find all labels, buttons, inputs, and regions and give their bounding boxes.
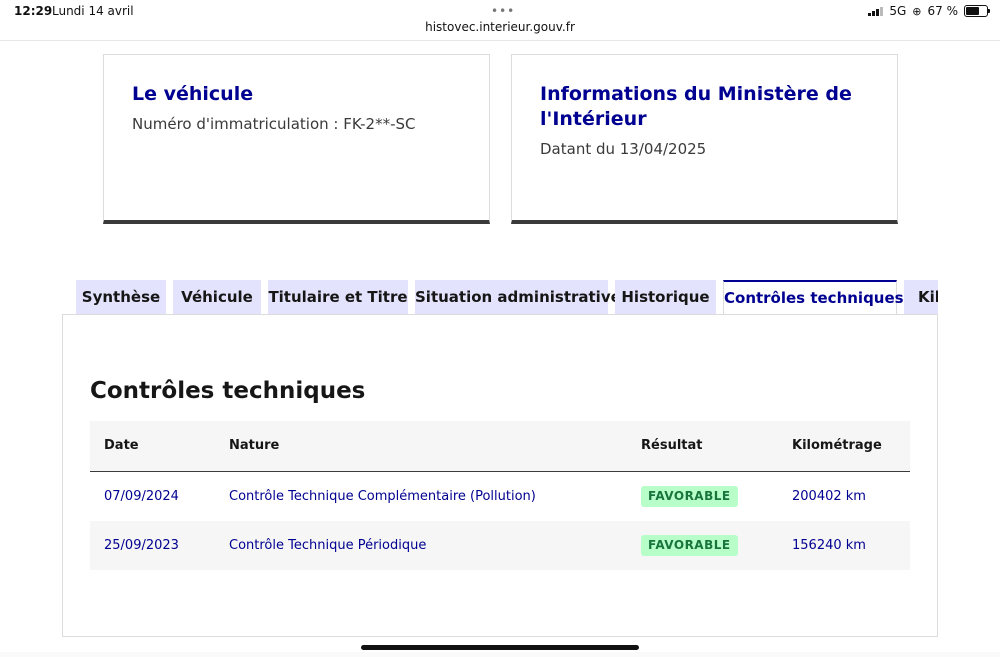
- column-header-kilometrage: Kilométrage: [792, 438, 882, 453]
- home-indicator[interactable]: [361, 645, 639, 650]
- network-type: 5G: [889, 4, 907, 18]
- column-header-nature: Nature: [229, 438, 280, 453]
- status-time: 12:29: [14, 4, 53, 18]
- data-date: Datant du 13/04/2025: [540, 140, 707, 158]
- cellular-signal-icon: [868, 6, 884, 16]
- tab-titulaire-et-titre[interactable]: Titulaire et Titre: [268, 280, 408, 315]
- status-indicators: 5G ⊕ 67 %: [868, 4, 990, 18]
- row-nature: Contrôle Technique Périodique: [229, 538, 427, 553]
- status-bar: 12:29 Lundi 14 avril ••• histovec.interi…: [0, 0, 1000, 41]
- row-date: 25/09/2023: [104, 538, 179, 553]
- tab-historique[interactable]: Historique: [615, 280, 716, 315]
- battery-percentage: 67 %: [927, 4, 959, 18]
- bottom-edge: [0, 652, 1000, 657]
- tab-situation-administrative[interactable]: Situation administrative: [415, 280, 621, 315]
- tab-vehicule[interactable]: Véhicule: [173, 280, 261, 315]
- status-date: Lundi 14 avril: [52, 4, 134, 18]
- multitasking-dots-icon[interactable]: •••: [491, 4, 515, 18]
- table-header: Date Nature Résultat Kilométrage: [90, 421, 910, 472]
- ministry-card: Informations du Ministère de l'Intérieur…: [511, 54, 898, 224]
- column-header-date: Date: [104, 438, 139, 453]
- address-bar-url[interactable]: histovec.interieur.gouv.fr: [0, 20, 1000, 34]
- tab-kilometrage[interactable]: Kilométrage: [904, 280, 938, 315]
- tab-controles-techniques[interactable]: Contrôles techniques: [723, 280, 904, 315]
- orientation-lock-icon: ⊕: [912, 4, 922, 18]
- registration-number: Numéro d'immatriculation : FK-2**-SC: [132, 115, 416, 133]
- ministry-card-title: Informations du Ministère de l'Intérieur: [540, 83, 852, 130]
- row-date: 07/09/2024: [104, 489, 179, 504]
- tab-synthese[interactable]: Synthèse: [76, 280, 166, 315]
- technical-controls-table: Date Nature Résultat Kilométrage 07/09/2…: [90, 421, 910, 570]
- row-mileage: 156240 km: [792, 538, 866, 553]
- vehicle-card-title: Le véhicule: [132, 83, 254, 105]
- column-header-resultat: Résultat: [641, 438, 703, 453]
- row-mileage: 200402 km: [792, 489, 866, 504]
- result-badge: FAVORABLE: [641, 486, 738, 507]
- battery-icon: [964, 5, 990, 17]
- row-nature: Contrôle Technique Complémentaire (Pollu…: [229, 489, 536, 504]
- table-row: 07/09/2024 Contrôle Technique Complément…: [90, 472, 910, 521]
- tab-bar: Synthèse Véhicule Titulaire et Titre Sit…: [76, 280, 938, 315]
- result-badge: FAVORABLE: [641, 535, 738, 556]
- section-title: Contrôles techniques: [90, 378, 366, 404]
- vehicle-card: Le véhicule Numéro d'immatriculation : F…: [103, 54, 490, 224]
- table-row: 25/09/2023 Contrôle Technique Périodique…: [90, 521, 910, 570]
